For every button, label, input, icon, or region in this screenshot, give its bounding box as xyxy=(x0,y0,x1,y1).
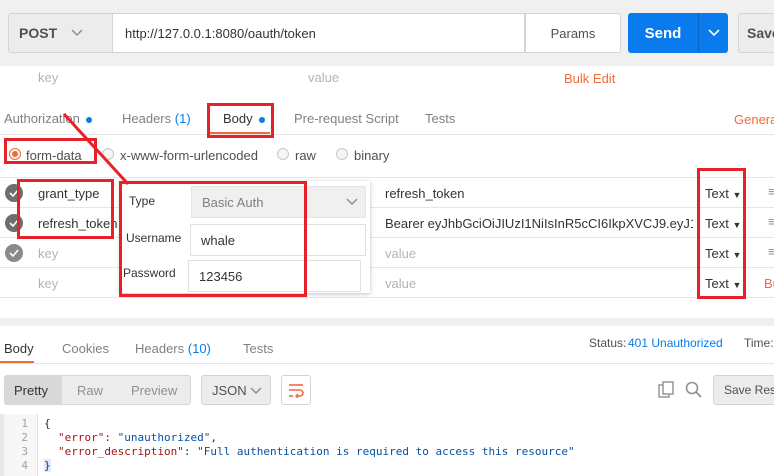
status-value: 401 Unauthorized xyxy=(628,336,723,350)
response-tab-headers[interactable]: Headers (10) xyxy=(135,341,211,356)
response-tab-body[interactable]: Body xyxy=(4,341,34,356)
annotation-box-type-column xyxy=(697,168,746,299)
method-label: POST xyxy=(19,25,58,41)
save-response-button[interactable]: Save Res xyxy=(713,375,774,405)
generate-code-link[interactable]: Genera xyxy=(734,112,774,127)
menu-icon[interactable]: ≡ xyxy=(768,244,774,259)
form-row-value-placeholder[interactable]: value xyxy=(385,246,416,261)
radio-urlencoded-label[interactable]: x-www-form-urlencoded xyxy=(120,148,258,163)
send-dropdown-button[interactable] xyxy=(698,13,728,53)
line-number: 1 xyxy=(21,417,28,430)
row-divider xyxy=(0,267,774,268)
form-row-value[interactable]: Bearer eyJhbGciOiJIUzI1NiIsInR5cCI6IkpXV… xyxy=(385,216,693,231)
form-row-value[interactable]: refresh_token xyxy=(385,186,465,201)
pretty-button[interactable]: Pretty xyxy=(14,383,48,398)
chevron-down-icon xyxy=(707,29,720,37)
line-number: 2 xyxy=(21,431,28,444)
code-line: { xyxy=(44,417,51,430)
chevron-down-icon xyxy=(71,29,83,37)
radio-binary[interactable] xyxy=(336,148,348,160)
url-text: http://127.0.0.1:8080/oauth/token xyxy=(125,26,316,41)
response-tabs-divider xyxy=(0,363,774,364)
status-label: Status: xyxy=(589,336,627,350)
row-divider xyxy=(0,207,774,208)
annotation-arrow xyxy=(62,112,130,186)
line-number: 3 xyxy=(21,445,28,458)
form-row-value-placeholder[interactable]: value xyxy=(385,276,416,291)
form-row-key-placeholder[interactable]: key xyxy=(38,276,58,291)
annotation-box-body-tab xyxy=(207,103,274,138)
menu-icon[interactable]: ≡ xyxy=(768,214,774,229)
chevron-down-icon xyxy=(346,198,358,206)
bulk-edit-link-truncated[interactable]: Bu xyxy=(764,276,774,291)
param-key-placeholder[interactable]: key xyxy=(38,70,58,85)
wrap-lines-icon xyxy=(289,384,304,398)
radio-raw-label[interactable]: raw xyxy=(295,148,316,163)
form-row-key-placeholder[interactable]: key xyxy=(38,246,58,261)
tab-pre-request-script[interactable]: Pre-request Script xyxy=(294,111,399,126)
copy-icon[interactable] xyxy=(656,380,676,400)
save-button[interactable]: Save xyxy=(738,13,774,53)
send-button[interactable]: Send xyxy=(628,13,698,53)
code-line: } xyxy=(44,459,51,472)
param-value-placeholder[interactable]: value xyxy=(308,70,339,85)
fold-marker xyxy=(0,414,4,476)
format-value: JSON xyxy=(212,382,247,398)
bulk-edit-link[interactable]: Bulk Edit xyxy=(564,71,615,86)
menu-icon[interactable]: ≡ xyxy=(768,184,774,199)
radio-binary-label[interactable]: binary xyxy=(354,148,389,163)
time-label: Time: xyxy=(744,336,774,350)
annotation-box-auth xyxy=(119,181,307,297)
raw-button[interactable]: Raw xyxy=(77,383,103,398)
code-line: "error": "unauthorized", xyxy=(58,431,217,444)
tab-tests[interactable]: Tests xyxy=(425,111,455,126)
preview-button[interactable]: Preview xyxy=(131,383,177,398)
code-line: "error_description": "Full authenticatio… xyxy=(58,445,575,458)
response-separator xyxy=(0,318,774,326)
params-button[interactable]: Params xyxy=(525,13,621,53)
format-select[interactable]: JSON xyxy=(201,375,271,405)
wrap-lines-button[interactable] xyxy=(281,375,311,405)
chevron-down-icon xyxy=(250,387,262,395)
line-number: 4 xyxy=(21,459,28,472)
row-divider xyxy=(0,237,774,238)
response-tab-cookies[interactable]: Cookies xyxy=(62,341,109,356)
radio-raw[interactable] xyxy=(277,148,289,160)
check-circle-icon[interactable] xyxy=(5,244,23,262)
search-icon[interactable] xyxy=(684,380,704,400)
row-divider xyxy=(0,297,774,298)
response-tab-tests[interactable]: Tests xyxy=(243,341,273,356)
